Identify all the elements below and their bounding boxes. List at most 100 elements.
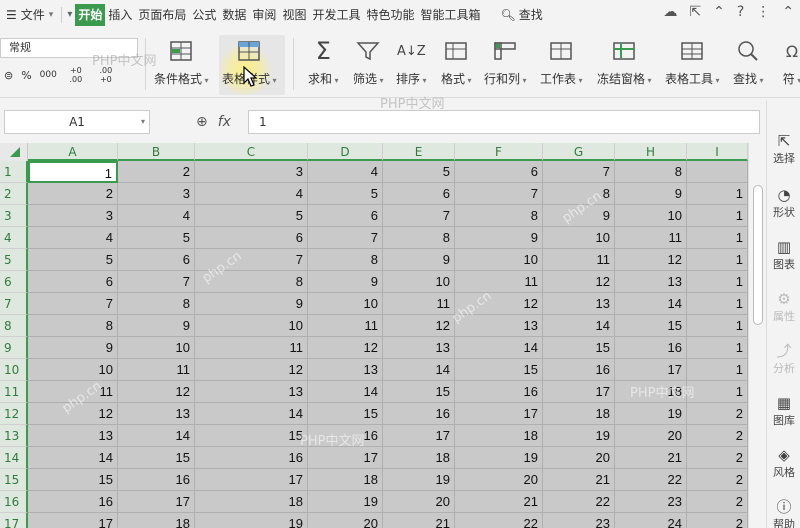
row-header[interactable]: 12 [0, 403, 28, 425]
grid-cell[interactable]: 18 [308, 469, 383, 491]
row-header[interactable]: 5 [0, 249, 28, 271]
grid-cell[interactable]: 23 [615, 491, 687, 513]
quick-access-dropdown-icon[interactable]: ▾ [64, 4, 75, 26]
grid-cell[interactable]: 13 [118, 403, 195, 425]
grid-cell[interactable]: 15 [455, 359, 543, 381]
grid-cell[interactable]: 11 [615, 227, 687, 249]
grid-cell[interactable]: 13 [308, 359, 383, 381]
grid-cell[interactable]: 8 [28, 315, 118, 337]
grid-cell[interactable]: 10 [455, 249, 543, 271]
grid-cell[interactable]: 1 [687, 337, 748, 359]
grid-cell[interactable]: 2 [118, 161, 195, 183]
share-icon[interactable]: ⇱ [689, 4, 701, 20]
grid-cell[interactable]: 2 [687, 425, 748, 447]
grid-cell[interactable]: 5 [195, 205, 308, 227]
minimize-ribbon-icon[interactable]: ⌃ [782, 4, 794, 20]
active-cell[interactable]: 1 [28, 161, 118, 183]
grid-cell[interactable]: 1 [687, 293, 748, 315]
find-button[interactable]: 查找 [733, 38, 764, 96]
grid-cell[interactable]: 7 [383, 205, 455, 227]
grid-cell[interactable]: 21 [543, 469, 615, 491]
grid-cell[interactable]: 12 [195, 359, 308, 381]
grid-cell[interactable]: 12 [543, 271, 615, 293]
tab-developer[interactable]: 开发工具 [309, 4, 363, 26]
grid-cell[interactable]: 20 [455, 469, 543, 491]
more-icon[interactable]: ⋮ [756, 4, 770, 20]
increase-decimal-button[interactable]: +0 .00 [65, 66, 87, 84]
grid-cell[interactable]: 1 [687, 315, 748, 337]
grid-cell[interactable]: 2 [28, 183, 118, 205]
column-header[interactable]: I [687, 143, 748, 161]
worksheet-button[interactable]: 工作表 [540, 38, 583, 96]
grid-cell[interactable]: 9 [455, 227, 543, 249]
grid-cell[interactable]: 6 [195, 227, 308, 249]
help-icon[interactable]: ? [737, 4, 744, 20]
tab-home[interactable]: 开始 [75, 4, 106, 26]
grid-cell[interactable]: 7 [118, 271, 195, 293]
grid-cell[interactable]: 22 [543, 491, 615, 513]
sum-button[interactable]: Σ 求和 [308, 37, 339, 96]
side-properties-button[interactable]: ⚙ 属性 [767, 290, 800, 324]
grid-cell[interactable]: 12 [615, 249, 687, 271]
grid-cell[interactable]: 5 [118, 227, 195, 249]
grid-cell[interactable]: 24 [615, 513, 687, 528]
row-header[interactable]: 11 [0, 381, 28, 403]
grid-cell[interactable]: 8 [543, 183, 615, 205]
grid-cell[interactable]: 7 [195, 249, 308, 271]
grid-cell[interactable]: 9 [28, 337, 118, 359]
grid-cell[interactable]: 7 [308, 227, 383, 249]
side-help-button[interactable]: ⓘ 帮助 [767, 498, 800, 528]
grid-cell[interactable]: 11 [543, 249, 615, 271]
grid-cell[interactable]: 13 [455, 315, 543, 337]
grid-cell[interactable]: 10 [195, 315, 308, 337]
grid-cell[interactable]: 17 [543, 381, 615, 403]
grid-cell[interactable]: 16 [308, 425, 383, 447]
grid-cell[interactable]: 17 [195, 469, 308, 491]
grid-cell[interactable]: 2 [687, 447, 748, 469]
grid-cell[interactable]: 21 [383, 513, 455, 528]
grid-cell[interactable]: 17 [615, 359, 687, 381]
grid-cell[interactable]: 14 [195, 403, 308, 425]
grid-cell[interactable]: 20 [543, 447, 615, 469]
column-header[interactable]: D [308, 143, 383, 161]
grid-cell[interactable]: 12 [308, 337, 383, 359]
grid-cell[interactable]: 15 [195, 425, 308, 447]
rows-columns-button[interactable]: 行和列 [484, 38, 527, 96]
grid-cell[interactable]: 8 [383, 227, 455, 249]
grid-cell[interactable]: 14 [455, 337, 543, 359]
grid-cell[interactable]: 11 [195, 337, 308, 359]
side-shape-button[interactable]: ◔ 形状 [767, 186, 800, 220]
grid-cell[interactable]: 19 [615, 403, 687, 425]
row-header[interactable]: 13 [0, 425, 28, 447]
format-button[interactable]: 格式 [441, 38, 472, 96]
grid-cell[interactable]: 4 [118, 205, 195, 227]
grid-cell[interactable]: 6 [455, 161, 543, 183]
grid-cell[interactable]: 16 [455, 381, 543, 403]
grid-cell[interactable]: 13 [615, 271, 687, 293]
grid-cell[interactable]: 17 [383, 425, 455, 447]
grid-cell[interactable]: 1 [687, 271, 748, 293]
tab-view[interactable]: 视图 [279, 4, 309, 26]
grid-cell[interactable]: 7 [455, 183, 543, 205]
grid-cell[interactable]: 22 [455, 513, 543, 528]
column-header[interactable]: C [195, 143, 308, 161]
grid-cell[interactable]: 9 [195, 293, 308, 315]
row-header[interactable]: 3 [0, 205, 28, 227]
grid-cell[interactable]: 19 [543, 425, 615, 447]
grid-cell[interactable]: 6 [28, 271, 118, 293]
scrollbar-thumb[interactable] [753, 185, 763, 325]
grid-cell[interactable]: 15 [383, 381, 455, 403]
grid-cell[interactable]: 2 [687, 469, 748, 491]
grid-cell[interactable]: 16 [615, 337, 687, 359]
grid-cell[interactable]: 7 [543, 161, 615, 183]
grid-cell[interactable]: 11 [118, 359, 195, 381]
grid-cell[interactable]: 1 [687, 381, 748, 403]
side-chart-button[interactable]: ▥ 图表 [767, 238, 800, 272]
cloud-sync-icon[interactable]: ☁ [663, 4, 677, 20]
row-header[interactable]: 4 [0, 227, 28, 249]
grid-cell[interactable]: 14 [543, 315, 615, 337]
grid-cell[interactable]: 8 [308, 249, 383, 271]
grid-cell[interactable]: 20 [615, 425, 687, 447]
side-gallery-button[interactable]: ▦ 图库 [767, 394, 800, 428]
grid-cell[interactable]: 14 [118, 425, 195, 447]
